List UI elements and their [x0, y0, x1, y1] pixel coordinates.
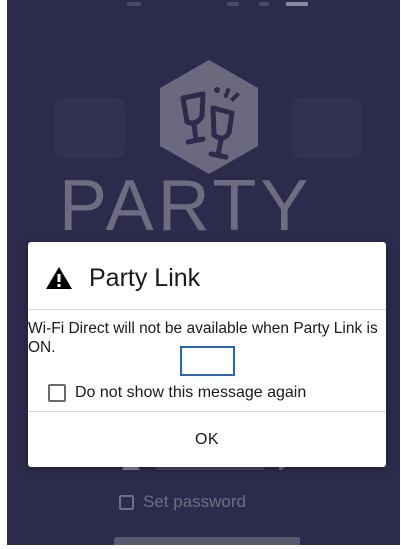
status-bar-item	[259, 2, 269, 6]
set-password-checkbox	[119, 494, 134, 510]
party-logo-word: PARTY	[59, 166, 313, 246]
dialog-header: Party Link	[28, 242, 386, 310]
dont-show-again-option[interactable]: Do not show this message again	[48, 384, 306, 402]
party-link-dialog: Party Link Wi-Fi Direct will not be avai…	[28, 242, 386, 467]
status-bar	[7, 0, 400, 10]
dont-show-again-checkbox[interactable]	[48, 384, 66, 402]
header-divider	[28, 309, 386, 310]
party-logo-icon	[160, 60, 258, 174]
warning-icon	[46, 267, 72, 289]
background-start-button	[114, 537, 300, 545]
ok-button[interactable]: OK	[28, 412, 386, 467]
set-password-label: Set password	[143, 492, 246, 511]
status-bar-item	[227, 2, 239, 6]
dont-show-again-label[interactable]: Do not show this message again	[75, 384, 306, 402]
background-panel	[55, 98, 125, 158]
focus-highlight	[180, 346, 235, 376]
background-panel	[292, 98, 362, 158]
status-bar-item	[286, 2, 308, 6]
status-bar-item	[127, 2, 141, 6]
dialog-title: Party Link	[89, 264, 201, 292]
set-password-option: Set password	[119, 492, 246, 512]
